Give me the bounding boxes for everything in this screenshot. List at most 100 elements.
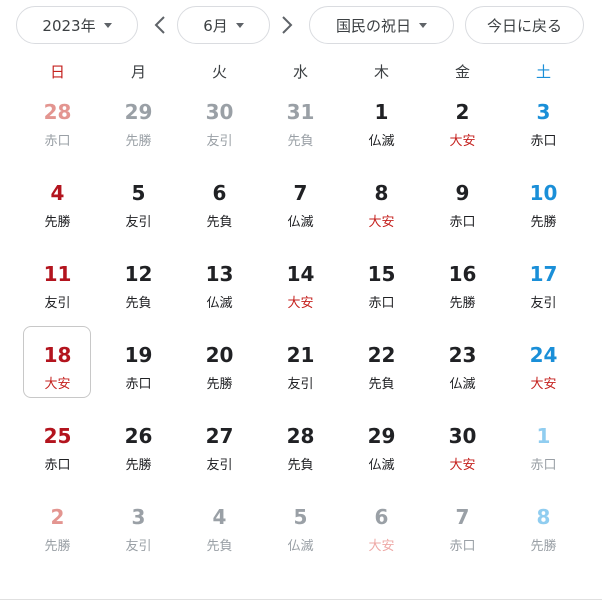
month-label: 6月 <box>203 16 228 35</box>
day-cell[interactable]: 12 先負 <box>98 250 179 331</box>
holiday-dropdown[interactable]: 国民の祝日 <box>309 6 454 44</box>
day-cell[interactable]: 5 友引 <box>98 169 179 250</box>
day-cell[interactable]: 26 先勝 <box>98 412 179 493</box>
day-number: 24 <box>529 343 558 367</box>
day-number: 17 <box>529 262 558 286</box>
day-cell[interactable]: 16 先勝 <box>422 250 503 331</box>
day-cell[interactable]: 29 先勝 <box>98 88 179 169</box>
day-number: 27 <box>205 424 234 448</box>
day-number: 26 <box>124 424 153 448</box>
day-cell[interactable]: 10 先勝 <box>503 169 584 250</box>
rokuyo-label: 仏滅 <box>449 377 476 392</box>
day-cell[interactable]: 21 友引 <box>260 331 341 412</box>
day-number: 29 <box>367 424 396 448</box>
day-cell[interactable]: 3 友引 <box>98 493 179 574</box>
day-cell[interactable]: 5 仏滅 <box>260 493 341 574</box>
day-cell[interactable]: 1 仏滅 <box>341 88 422 169</box>
day-number: 21 <box>286 343 315 367</box>
day-cell[interactable]: 8 先勝 <box>503 493 584 574</box>
rokuyo-label: 先勝 <box>44 539 71 554</box>
rokuyo-label: 友引 <box>287 377 314 392</box>
day-cell[interactable]: 28 赤口 <box>17 88 98 169</box>
day-number: 28 <box>43 100 72 124</box>
day-cell[interactable]: 3 赤口 <box>503 88 584 169</box>
day-cell[interactable]: 2 先勝 <box>17 493 98 574</box>
day-cell[interactable]: 9 赤口 <box>422 169 503 250</box>
day-number: 16 <box>448 262 477 286</box>
day-number: 1 <box>536 424 551 448</box>
day-cell[interactable]: 19 赤口 <box>98 331 179 412</box>
day-cell[interactable]: 14 大安 <box>260 250 341 331</box>
day-cell[interactable]: 7 赤口 <box>422 493 503 574</box>
day-number: 30 <box>205 100 234 124</box>
rokuyo-label: 赤口 <box>44 458 71 473</box>
weekday-wed: 水 <box>292 63 308 81</box>
day-cell[interactable]: 17 友引 <box>503 250 584 331</box>
day-cell[interactable]: 6 大安 <box>341 493 422 574</box>
day-cell[interactable]: 2 大安 <box>422 88 503 169</box>
day-cell[interactable]: 15 赤口 <box>341 250 422 331</box>
day-number: 5 <box>293 505 308 529</box>
day-number: 14 <box>286 262 315 286</box>
rokuyo-label: 友引 <box>206 134 233 149</box>
rokuyo-label: 大安 <box>368 215 395 230</box>
day-cell[interactable]: 13 仏滅 <box>179 250 260 331</box>
rokuyo-label: 友引 <box>125 539 152 554</box>
day-cell[interactable]: 4 先勝 <box>17 169 98 250</box>
rokuyo-label: 先負 <box>287 458 314 473</box>
day-cell[interactable]: 1 赤口 <box>503 412 584 493</box>
rokuyo-label: 先勝 <box>530 215 557 230</box>
day-number: 2 <box>455 100 470 124</box>
day-cell[interactable]: 27 友引 <box>179 412 260 493</box>
day-cell[interactable]: 28 先負 <box>260 412 341 493</box>
calendar-grid: 日 月 火 水 木 金 土 28 赤口 29 先勝 30 友引 31 先負 1 仏滅 2 大安 3 赤口 4… <box>17 56 584 574</box>
day-cell[interactable]: 30 大安 <box>422 412 503 493</box>
next-month-button[interactable] <box>275 13 299 37</box>
rokuyo-label: 仏滅 <box>368 134 395 149</box>
day-number: 4 <box>212 505 227 529</box>
rokuyo-label: 仏滅 <box>287 215 314 230</box>
rokuyo-label: 赤口 <box>44 134 71 149</box>
day-cell[interactable]: 6 先負 <box>179 169 260 250</box>
month-dropdown[interactable]: 6月 <box>177 6 270 44</box>
year-dropdown[interactable]: 2023年 <box>16 6 138 44</box>
day-cell[interactable]: 30 友引 <box>179 88 260 169</box>
weekday-sun: 日 <box>49 63 65 81</box>
rokuyo-label: 赤口 <box>368 296 395 311</box>
rokuyo-label: 仏滅 <box>368 458 395 473</box>
day-cell[interactable]: 22 先負 <box>341 331 422 412</box>
day-cell[interactable]: 25 赤口 <box>17 412 98 493</box>
day-number: 31 <box>286 100 315 124</box>
rokuyo-label: 先負 <box>206 215 233 230</box>
day-cell[interactable]: 23 仏滅 <box>422 331 503 412</box>
prev-month-button[interactable] <box>148 13 172 37</box>
day-cell[interactable]: 24 大安 <box>503 331 584 412</box>
today-button[interactable]: 今日に戻る <box>465 6 584 44</box>
year-label: 2023年 <box>42 16 96 35</box>
day-number: 30 <box>448 424 477 448</box>
day-number: 15 <box>367 262 396 286</box>
rokuyo-label: 先勝 <box>206 377 233 392</box>
day-cell[interactable]: 11 友引 <box>17 250 98 331</box>
day-number: 29 <box>124 100 153 124</box>
day-cell[interactable]: 8 大安 <box>341 169 422 250</box>
day-cell[interactable]: 4 先負 <box>179 493 260 574</box>
day-cell[interactable]: 7 仏滅 <box>260 169 341 250</box>
day-number: 3 <box>131 505 146 529</box>
day-number: 19 <box>124 343 153 367</box>
rokuyo-label: 先勝 <box>125 134 152 149</box>
day-number: 8 <box>374 181 389 205</box>
chevron-down-icon <box>419 22 427 28</box>
weekday-sat: 土 <box>535 63 551 81</box>
rokuyo-label: 先勝 <box>449 296 476 311</box>
day-cell[interactable]: 20 先勝 <box>179 331 260 412</box>
week-row: 28 赤口 29 先勝 30 友引 31 先負 1 仏滅 2 大安 3 赤口 <box>17 88 584 169</box>
day-cell[interactable]: 29 仏滅 <box>341 412 422 493</box>
rokuyo-label: 大安 <box>449 134 476 149</box>
rokuyo-label: 赤口 <box>530 134 557 149</box>
rokuyo-label: 友引 <box>44 296 71 311</box>
day-cell-today[interactable]: 18 大安 <box>17 326 98 412</box>
weekday-fri: 金 <box>454 63 470 81</box>
day-number: 22 <box>367 343 396 367</box>
day-cell[interactable]: 31 先負 <box>260 88 341 169</box>
